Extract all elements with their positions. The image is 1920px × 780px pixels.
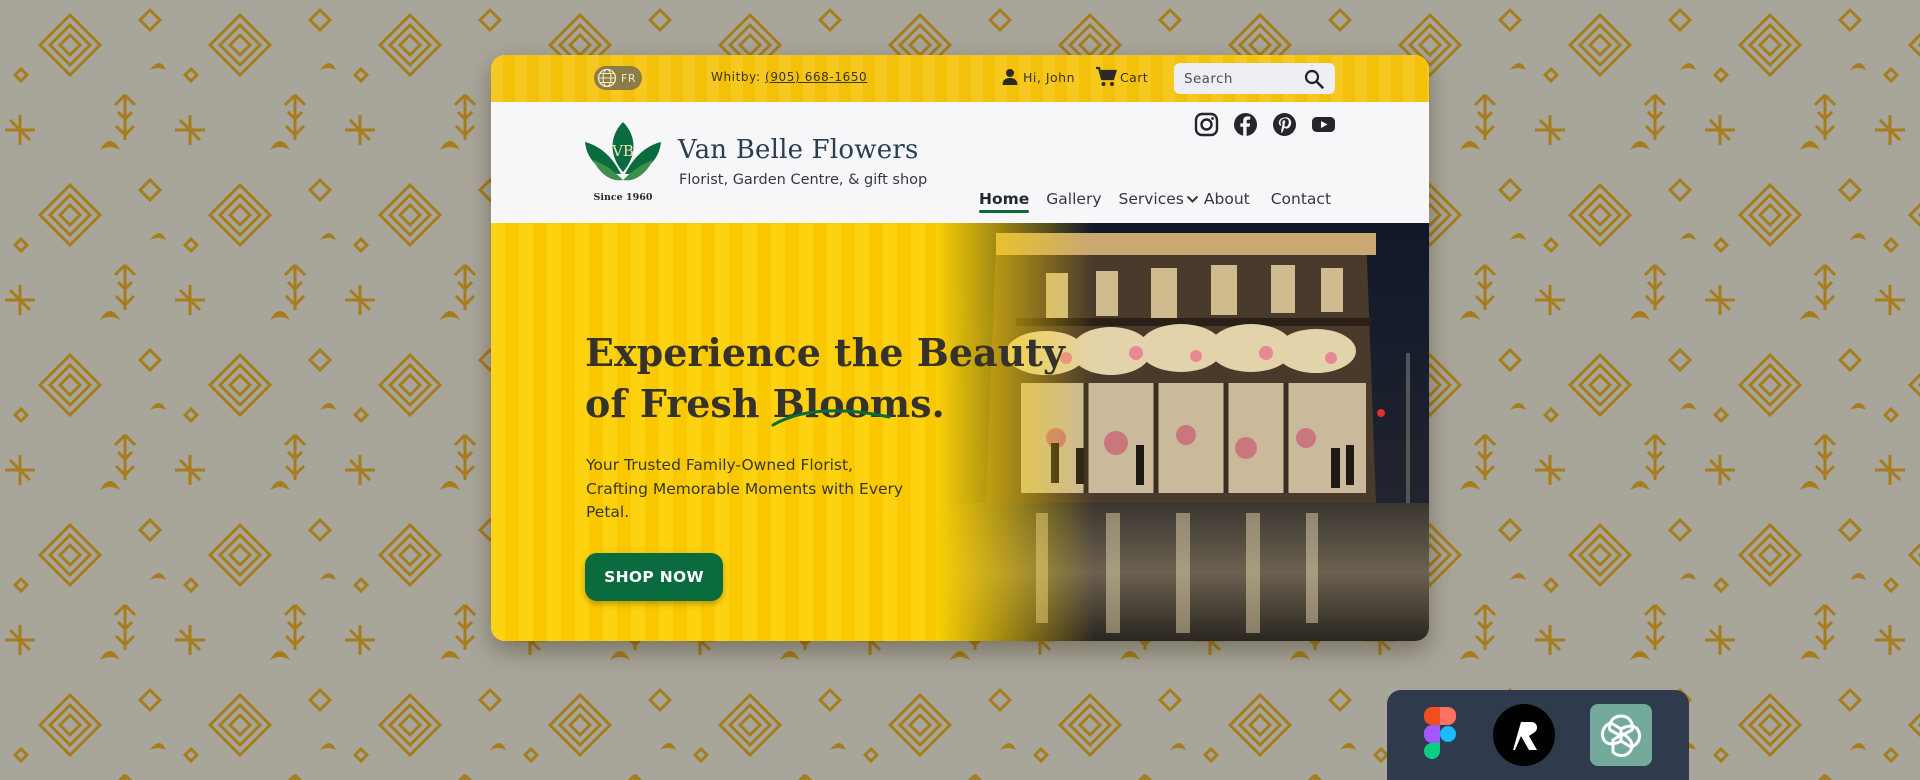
shop-now-button[interactable]: SHOP NOW [585, 553, 723, 601]
cart-icon [1096, 66, 1117, 86]
greeting-text: Hi, John [1023, 69, 1075, 85]
relume-icon[interactable] [1493, 704, 1555, 766]
brand-tagline: Florist, Garden Centre, & gift shop [679, 172, 928, 188]
headline-underline [771, 409, 891, 427]
main-nav: Home Gallery Services About Contact [979, 190, 1348, 213]
youtube-icon[interactable] [1311, 112, 1336, 137]
account-link[interactable]: Hi, John [1001, 68, 1075, 86]
language-toggle[interactable]: FR [594, 66, 642, 90]
flower-shop-photo [936, 223, 1429, 641]
brand-logo[interactable]: VB Since 1960 [579, 120, 667, 206]
hero-section: Experience the Beauty of Fresh Blooms. Y… [491, 223, 1429, 641]
pinterest-icon[interactable] [1272, 112, 1297, 137]
cart-label: Cart [1120, 69, 1149, 85]
headline-line-1: Experience the Beauty [585, 330, 1065, 375]
search-icon[interactable] [1304, 69, 1324, 89]
logo-monogram: VB [611, 142, 634, 160]
phone-link[interactable]: (905) 668-1650 [765, 70, 867, 84]
website-mockup: FR Whitby: (905) 668-1650 Hi, John Cart [491, 55, 1429, 641]
logo-since: Since 1960 [594, 192, 653, 203]
cart-link[interactable]: Cart [1095, 66, 1148, 88]
globe-icon [597, 68, 617, 88]
language-code: FR [621, 71, 636, 85]
phone-info: Whitby: (905) 668-1650 [711, 70, 867, 84]
nav-services-label: Services [1118, 190, 1184, 208]
utility-bar: FR Whitby: (905) 668-1650 Hi, John Cart [491, 55, 1429, 102]
nav-about[interactable]: About [1204, 190, 1250, 208]
phone-prefix: Whitby: [711, 70, 761, 84]
figma-icon[interactable] [1409, 704, 1471, 766]
search-box [1174, 63, 1335, 94]
user-icon [1002, 69, 1018, 85]
instagram-icon[interactable] [1194, 112, 1219, 137]
search-input[interactable] [1184, 70, 1304, 87]
nav-home[interactable]: Home [979, 190, 1030, 213]
nav-gallery[interactable]: Gallery [1046, 190, 1101, 208]
hero-subtext: Your Trusted Family-Owned Florist, Craft… [586, 456, 904, 521]
chatgpt-icon[interactable] [1590, 704, 1652, 766]
brand-name: Van Belle Flowers [678, 135, 919, 165]
social-links [1194, 112, 1336, 137]
nav-services[interactable]: Services [1119, 190, 1199, 208]
tools-dock [1387, 690, 1689, 780]
chevron-down-icon [1186, 195, 1199, 203]
nav-contact[interactable]: Contact [1271, 190, 1331, 208]
facebook-icon[interactable] [1233, 112, 1258, 137]
site-header: VB Since 1960 Van Belle Flowers Florist,… [491, 102, 1429, 223]
